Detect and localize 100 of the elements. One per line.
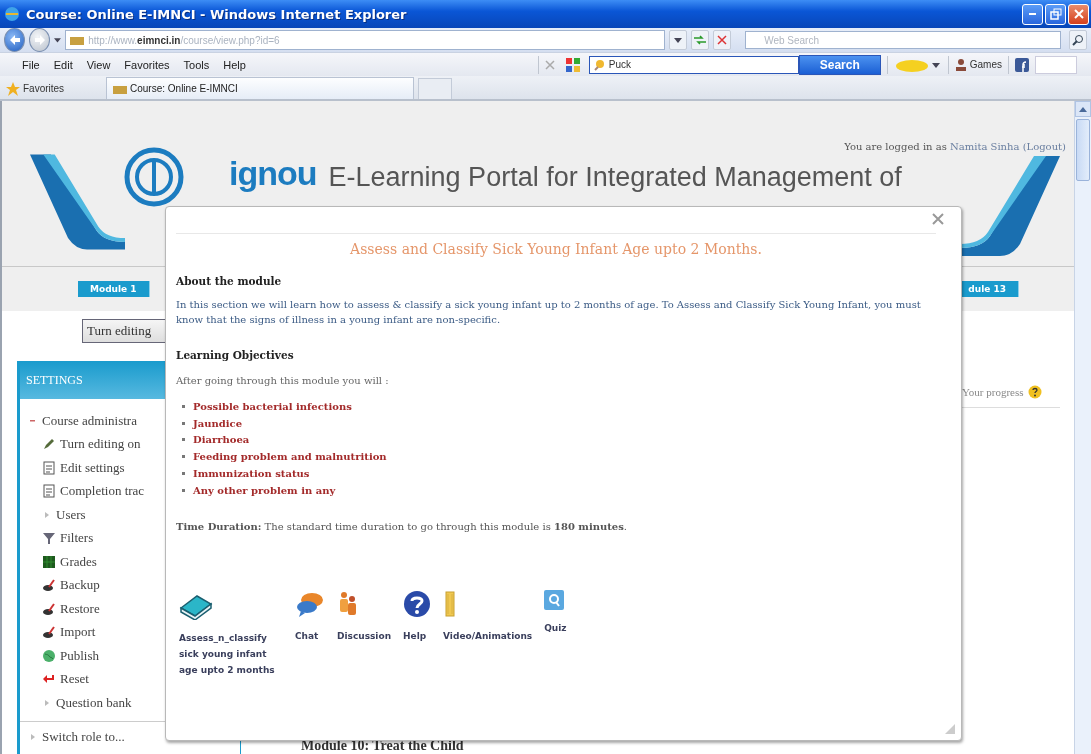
logout-link[interactable]: (Logout)	[1022, 141, 1066, 152]
scroll-up-button[interactable]	[1075, 101, 1091, 117]
duration-text: Time Duration: The standard time duration to go through this module is 180 minutes.	[176, 519, 629, 534]
search-button[interactable]: Search	[798, 54, 881, 75]
search-field[interactable]: Web Search	[745, 31, 1061, 49]
section-heading: About the module	[176, 275, 283, 287]
document-icon	[42, 460, 56, 475]
search-icon	[1072, 34, 1084, 46]
activity-link[interactable]: Assess_n_classify sick young infant age upto 2 months	[179, 589, 283, 678]
close-icon	[1073, 9, 1084, 19]
objective-item: Diarrhoea	[193, 434, 250, 446]
tree-item[interactable]: Reset	[60, 671, 89, 688]
toolbar-field[interactable]	[1035, 55, 1077, 74]
activity-link[interactable]: Quiz	[544, 589, 567, 636]
help-icon	[1027, 385, 1042, 399]
pencil-icon	[42, 437, 56, 452]
browser-tab[interactable]: Course: Online E-IMNCI	[106, 77, 414, 99]
dropdown-button[interactable]	[669, 30, 688, 50]
objectives-intro: After going through this module you will :	[176, 374, 390, 388]
scroll-thumb[interactable]	[1076, 119, 1090, 181]
tree-item[interactable]: Question bank	[56, 694, 132, 711]
back-button[interactable]	[4, 28, 26, 52]
caret-up-icon	[1079, 106, 1087, 112]
restore-icon	[1049, 8, 1062, 20]
logo-text: ignou	[229, 154, 317, 193]
people-icon	[337, 589, 359, 618]
user-link[interactable]: Namita Sinha	[950, 141, 1020, 152]
maximize-button[interactable]	[1045, 3, 1066, 25]
tree-item[interactable]: Backup	[60, 577, 100, 594]
dialog-title: Assess and Classify Sick Young Infant Age upto 2 Months.	[349, 241, 763, 257]
menu-item[interactable]: Edit	[53, 58, 73, 71]
close-icon	[932, 212, 944, 225]
tree-item[interactable]: Switch role to...	[42, 729, 125, 746]
stop-button[interactable]	[713, 30, 732, 50]
puzzle-icon	[564, 56, 581, 73]
arrow-right-icon	[33, 34, 46, 46]
bullet-icon	[182, 404, 185, 408]
caret-icon	[929, 60, 942, 69]
window-title: Course: Online E-IMNCI - Windows Internet Explorer	[26, 6, 408, 22]
activity-link[interactable]: Help	[403, 589, 432, 644]
favorites-button[interactable]: Favorites	[6, 78, 106, 99]
caret-icon	[54, 36, 62, 44]
address-field[interactable]: http://www.eimnci.in/course/view.php?id=6	[65, 30, 666, 50]
menu-item[interactable]: Tools	[183, 58, 210, 71]
tree-item[interactable]: Grades	[60, 553, 97, 570]
objective-item: Possible bacterial infections	[193, 400, 352, 412]
close-icon	[544, 59, 555, 70]
grid-icon	[42, 554, 56, 569]
star-icon	[6, 81, 20, 96]
tree-item[interactable]: Users	[56, 506, 86, 523]
activity-link[interactable]: Video/Animations	[443, 589, 533, 644]
tree-item[interactable]: Import	[60, 624, 96, 641]
funnel-icon	[42, 531, 56, 546]
menu-item[interactable]: Help	[223, 58, 246, 71]
activity-link[interactable]: Discussion	[337, 589, 392, 644]
menu-item[interactable]: View	[86, 58, 111, 71]
tree-item[interactable]: Edit settings	[60, 459, 125, 476]
minimize-button[interactable]	[1022, 3, 1043, 25]
settings-title: SETTINGS	[26, 372, 83, 388]
objective-item: Any other problem in any	[193, 484, 336, 496]
objective-item: Immunization status	[193, 468, 310, 480]
favicon-icon	[113, 83, 127, 94]
menu-item[interactable]: Favorites	[124, 58, 170, 71]
tree-item[interactable]: Turn editing on	[60, 436, 141, 453]
caret-icon	[674, 36, 683, 44]
search-button[interactable]	[1069, 30, 1087, 50]
tree-item[interactable]: Completion trac	[60, 483, 145, 500]
close-icon	[717, 35, 728, 45]
facebook-icon	[1015, 57, 1029, 72]
about-text: In this section we will learn how to assess & classify a sick young infant up to 2 months of age. To Assess and Classify Sick Young Infant, you must know that the signs of illness in a young infant are non-specific.	[176, 298, 922, 327]
objective-item: Jaundice	[193, 417, 242, 429]
search-icon	[593, 58, 606, 71]
globe-icon	[42, 648, 56, 663]
help-icon	[403, 589, 432, 618]
magnifier-tile-icon	[544, 589, 565, 610]
document-icon	[42, 484, 56, 499]
tool-icon	[42, 601, 56, 616]
forward-button[interactable]	[29, 28, 51, 52]
browser-logo-icon	[4, 6, 20, 22]
arrow-left-icon	[8, 34, 21, 46]
bullet-icon	[182, 421, 185, 425]
tree-item[interactable]: Filters	[60, 530, 94, 547]
bullet-icon	[182, 455, 185, 459]
activity-link[interactable]: Chat	[295, 589, 325, 644]
portal-title: E-Learning Portal for Integrated Management of	[328, 162, 902, 193]
games-link[interactable]: Games	[969, 59, 1002, 70]
login-info: You are logged in as Namita Sinha (Logout)	[844, 141, 1066, 152]
section-heading: Learning Objectives	[176, 349, 295, 361]
tree-item[interactable]: Publish	[60, 647, 99, 664]
minimize-icon	[1029, 13, 1036, 15]
bullet-icon	[182, 438, 185, 442]
tree-item[interactable]: Course administra	[42, 412, 137, 429]
objective-item: Feeding problem and malnutrition	[193, 451, 387, 463]
tree-item[interactable]: Restore	[60, 600, 100, 617]
menu-item[interactable]: File	[22, 58, 40, 71]
bullet-icon	[182, 488, 185, 492]
close-button[interactable]	[1068, 3, 1089, 25]
toolbar-search-field[interactable]: Puck	[588, 55, 799, 74]
arrows-icon	[694, 35, 707, 45]
tool-icon	[42, 625, 56, 640]
